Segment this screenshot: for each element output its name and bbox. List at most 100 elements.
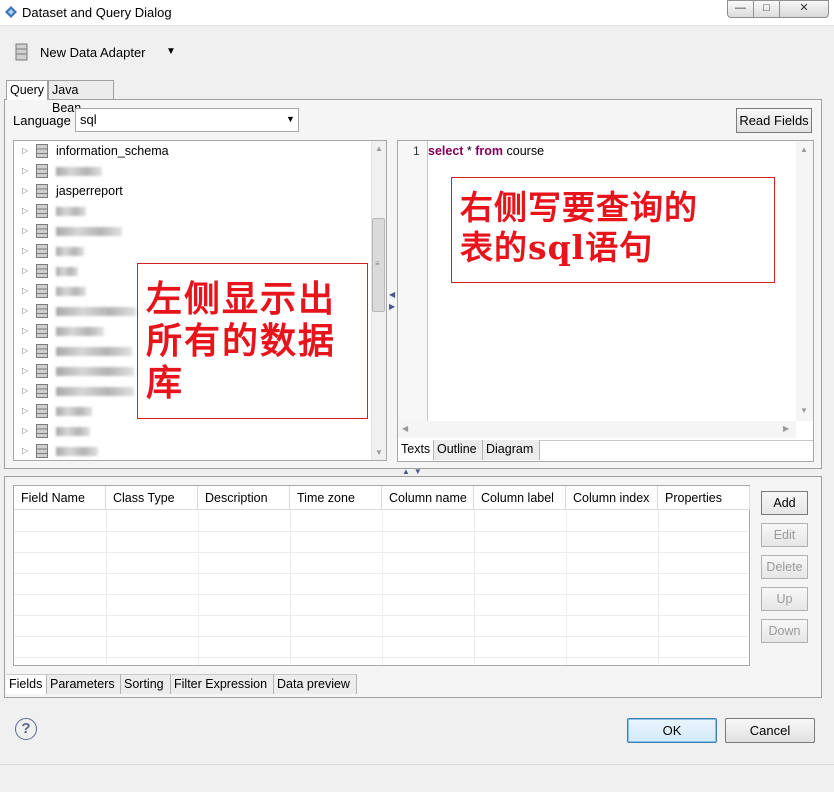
- editor-horizontal-scrollbar[interactable]: [398, 421, 796, 438]
- adapter-dropdown-icon[interactable]: ▼: [166, 46, 176, 57]
- add-button[interactable]: Add: [761, 491, 808, 515]
- maximize-button[interactable]: □: [753, 0, 780, 18]
- sql-text[interactable]: select * from course: [428, 144, 544, 158]
- tree-item[interactable]: ▷: [22, 241, 84, 261]
- tree-item-label-redacted: [56, 427, 90, 436]
- read-fields-button[interactable]: Read Fields: [736, 108, 812, 133]
- tree-expand-icon[interactable]: ▷: [22, 421, 34, 441]
- annotation-right: 右侧写要查询的 表的sql语句: [451, 177, 775, 283]
- tree-item[interactable]: ▷: [22, 441, 98, 460]
- tab-filter-expression[interactable]: Filter Expression: [171, 674, 274, 694]
- column-header[interactable]: Properties: [658, 486, 750, 510]
- collapse-right-icon[interactable]: ▶: [389, 302, 395, 311]
- collapse-left-icon[interactable]: ◀: [389, 290, 395, 299]
- sql-star: *: [463, 144, 476, 158]
- window-title: Dataset and Query Dialog: [22, 5, 172, 20]
- splitter-arrows-icon[interactable]: ▲▼: [402, 467, 426, 476]
- tree-expand-icon[interactable]: ▷: [22, 201, 34, 221]
- tree-expand-icon[interactable]: ▷: [22, 281, 34, 301]
- column-header[interactable]: Description: [198, 486, 290, 510]
- tree-item-label-redacted: [56, 287, 86, 296]
- tab-query[interactable]: Query: [6, 80, 48, 100]
- column-header[interactable]: Time zone: [290, 486, 382, 510]
- scroll-up-icon[interactable]: ▲: [375, 144, 383, 153]
- table-row-divider: [14, 615, 749, 616]
- minimize-button[interactable]: —: [727, 0, 754, 18]
- tab-data-preview[interactable]: Data preview: [274, 674, 357, 694]
- tree-item[interactable]: ▷: [22, 321, 104, 341]
- tree-item[interactable]: ▷: [22, 201, 86, 221]
- scroll-down-icon[interactable]: ▼: [375, 448, 383, 457]
- tree-item[interactable]: ▷ jasperreport: [22, 181, 123, 201]
- table-row-divider: [14, 594, 749, 595]
- tab-diagram[interactable]: Diagram: [483, 440, 540, 460]
- chevron-down-icon[interactable]: ▼: [286, 114, 295, 124]
- database-icon: [36, 424, 48, 438]
- sql-keyword-select: select: [428, 144, 464, 158]
- language-select[interactable]: [75, 108, 299, 132]
- down-button[interactable]: Down: [761, 619, 808, 643]
- tab-outline[interactable]: Outline: [434, 440, 483, 460]
- scroll-right-icon[interactable]: ▶: [783, 424, 789, 433]
- tree-expand-icon[interactable]: ▷: [22, 161, 34, 181]
- tab-texts[interactable]: Texts: [398, 440, 434, 460]
- tree-expand-icon[interactable]: ▷: [22, 221, 34, 241]
- help-icon[interactable]: ?: [15, 718, 37, 740]
- tree-expand-icon[interactable]: ▷: [22, 381, 34, 401]
- tree-expand-icon[interactable]: ▷: [22, 241, 34, 261]
- column-header[interactable]: Class Type: [106, 486, 198, 510]
- tree-item[interactable]: ▷ information_schema: [22, 141, 169, 161]
- line-number: 1: [413, 144, 420, 158]
- up-button[interactable]: Up: [761, 587, 808, 611]
- column-divider: [566, 510, 567, 665]
- tree-item[interactable]: ▷: [22, 301, 136, 321]
- tree-item[interactable]: ▷: [22, 381, 134, 401]
- database-icon: [36, 304, 48, 318]
- tab-fields[interactable]: Fields: [6, 674, 47, 694]
- close-button[interactable]: ✕: [779, 0, 829, 18]
- edit-button[interactable]: Edit: [761, 523, 808, 547]
- tree-item[interactable]: ▷: [22, 341, 132, 361]
- tree-expand-icon[interactable]: ▷: [22, 441, 34, 460]
- table-row-divider: [14, 531, 749, 532]
- tree-item[interactable]: ▷: [22, 401, 92, 421]
- tree-expand-icon[interactable]: ▷: [22, 361, 34, 381]
- tree-item-label-redacted: [56, 367, 134, 376]
- language-value: sql: [80, 112, 97, 127]
- annotation-left-line3: 库: [146, 362, 185, 404]
- tab-sorting[interactable]: Sorting: [121, 674, 171, 694]
- tree-expand-icon[interactable]: ▷: [22, 321, 34, 341]
- cancel-button[interactable]: Cancel: [725, 718, 815, 743]
- tree-expand-icon[interactable]: ▷: [22, 261, 34, 281]
- tree-item[interactable]: ▷: [22, 361, 134, 381]
- tree-item[interactable]: ▷: [22, 421, 90, 441]
- status-bar: [0, 764, 834, 792]
- tree-expand-icon[interactable]: ▷: [22, 341, 34, 361]
- tree-item[interactable]: ▷: [22, 161, 102, 181]
- tree-item-label-redacted: [56, 167, 102, 176]
- database-icon: [36, 364, 48, 378]
- tab-java-bean[interactable]: Java Bean: [48, 80, 114, 115]
- tree-expand-icon[interactable]: ▷: [22, 181, 34, 201]
- delete-button[interactable]: Delete: [761, 555, 808, 579]
- tree-item[interactable]: ▷: [22, 281, 86, 301]
- database-icon: [36, 244, 48, 258]
- ok-button[interactable]: OK: [627, 718, 717, 743]
- tab-parameters[interactable]: Parameters: [47, 674, 121, 694]
- scroll-left-icon[interactable]: ◀: [402, 424, 408, 433]
- tree-expand-icon[interactable]: ▷: [22, 141, 34, 161]
- tree-expand-icon[interactable]: ▷: [22, 301, 34, 321]
- column-divider: [106, 510, 107, 665]
- editor-vertical-scrollbar[interactable]: [796, 141, 813, 421]
- column-header[interactable]: Column name: [382, 486, 474, 510]
- tree-expand-icon[interactable]: ▷: [22, 401, 34, 421]
- scroll-up-icon[interactable]: ▲: [800, 145, 808, 154]
- column-header[interactable]: Column index: [566, 486, 658, 510]
- column-header[interactable]: Field Name: [14, 486, 106, 510]
- tree-item[interactable]: ▷: [22, 261, 78, 281]
- column-header[interactable]: Column label: [474, 486, 566, 510]
- scroll-down-icon[interactable]: ▼: [800, 406, 808, 415]
- data-adapter-label[interactable]: New Data Adapter: [40, 45, 146, 60]
- tree-item[interactable]: ▷: [22, 221, 122, 241]
- tree-item-label: jasperreport: [56, 184, 123, 198]
